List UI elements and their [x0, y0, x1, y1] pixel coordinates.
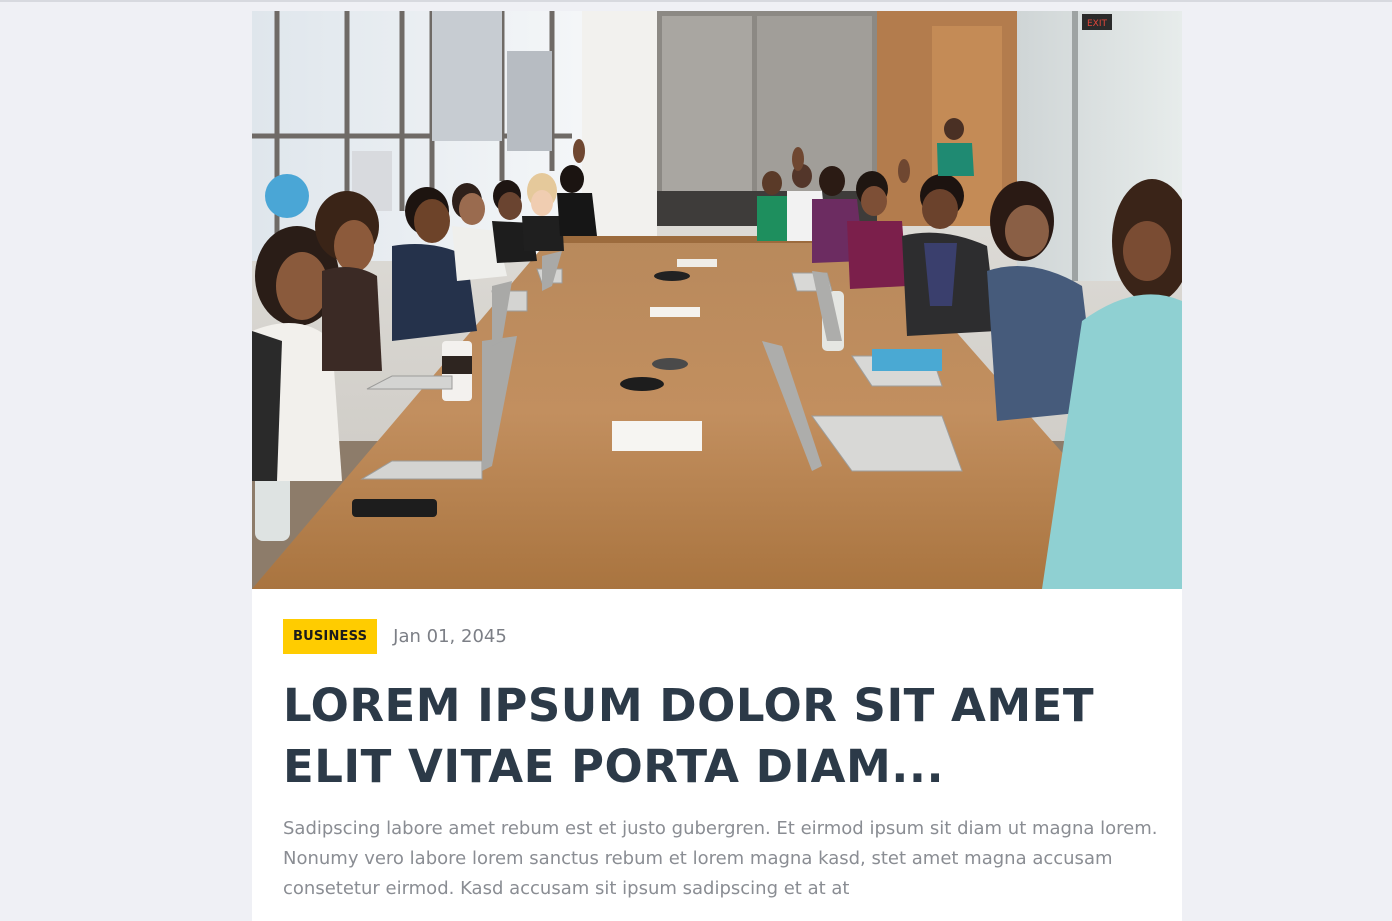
category-badge[interactable]: BUSINESS: [283, 619, 378, 654]
exit-sign-text: EXIT: [1087, 19, 1108, 29]
post-title[interactable]: LOREM IPSUM DOLOR SIT AMET ELIT VITAE PO…: [283, 675, 1163, 797]
meeting-room-photo: EXIT: [252, 11, 1182, 589]
post-image[interactable]: EXIT: [252, 11, 1182, 589]
post-meta: BUSINESS Jan 01, 2045: [283, 619, 507, 654]
news-post-card: EXIT BUSINESS Jan 01, 2045 LOREM IPSUM D…: [252, 11, 1182, 921]
post-date: Jan 01, 2045: [393, 626, 507, 647]
top-border: [0, 0, 1392, 2]
post-excerpt: Sadipscing labore amet rebum est et just…: [283, 818, 1158, 899]
